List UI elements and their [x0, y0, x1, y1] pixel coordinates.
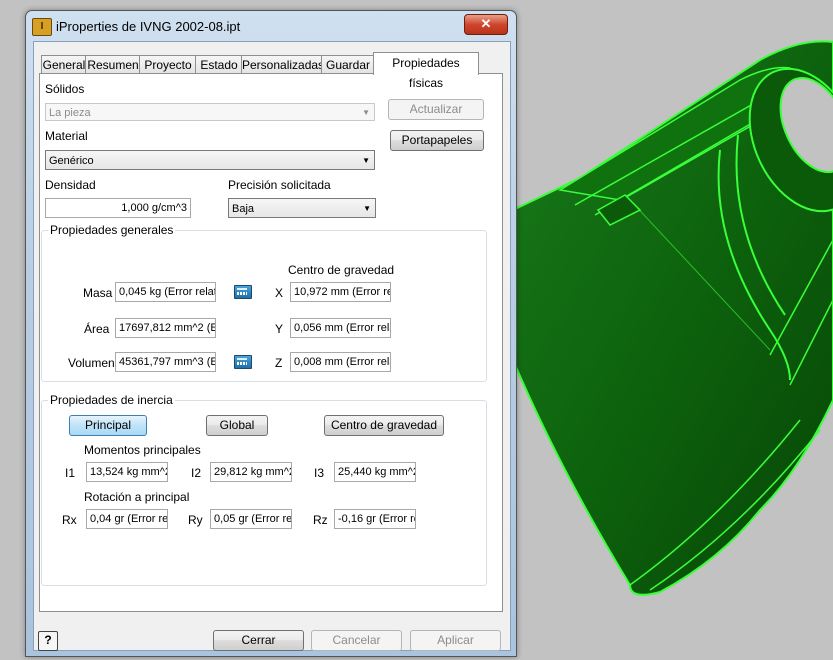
tab-estado[interactable]: Estado	[195, 55, 243, 74]
cog-z-field[interactable]: 0,008 mm (Error relativo = 0,000000%)	[290, 352, 391, 372]
area-field[interactable]: 17697,812 mm^2 (Error relativo = 0,00000…	[115, 318, 216, 338]
precision-select[interactable]: Baja ▼	[228, 198, 376, 218]
dialog-client-area: General Resumen Proyecto Estado Personal…	[33, 41, 511, 651]
densidad-label: Densidad	[45, 178, 96, 192]
material-select[interactable]: Genérico ▼	[45, 150, 375, 170]
principal-button[interactable]: Principal	[69, 415, 147, 436]
tab-resumen[interactable]: Resumen	[85, 55, 141, 74]
rx-label: Rx	[62, 513, 77, 527]
solidos-value: La pieza	[49, 107, 91, 119]
momentos-principales-title: Momentos principales	[84, 443, 201, 457]
i2-field[interactable]: 29,812 kg mm^2	[210, 462, 292, 482]
i3-label: I3	[314, 466, 325, 480]
i1-label: I1	[65, 466, 76, 480]
x-label: X	[275, 286, 284, 300]
general-properties-title: Propiedades generales	[48, 223, 176, 237]
cog-x-field[interactable]: 10,972 mm (Error relativo = 0,000000%)	[290, 282, 391, 302]
center-of-gravity-title: Centro de gravedad	[288, 263, 395, 277]
window-title: iProperties de IVNG 2002-08.ipt	[56, 19, 241, 34]
general-properties-group: Propiedades generales Centro de gravedad…	[41, 223, 487, 382]
masa-label: Masa	[83, 286, 113, 300]
rx-field[interactable]: 0,04 gr (Error relativo = 0,000000%)	[86, 509, 168, 529]
solidos-select[interactable]: La pieza ▼	[45, 103, 375, 121]
i2-label: I2	[191, 466, 202, 480]
rz-field[interactable]: -0,16 gr (Error relativo = 0,000000%)	[334, 509, 416, 529]
tab-panel-propiedades-fisicas: Sólidos La pieza ▼ Actualizar Material G…	[39, 73, 503, 612]
y-label: Y	[275, 322, 284, 336]
chevron-down-icon: ▼	[363, 204, 371, 213]
area-label: Área	[84, 322, 110, 336]
tab-personalizadas[interactable]: Personalizadas	[241, 55, 324, 74]
tab-proyecto[interactable]: Proyecto	[139, 55, 197, 74]
cerrar-button[interactable]: Cerrar	[213, 630, 304, 651]
help-icon: ?	[44, 633, 52, 647]
inertia-properties-title: Propiedades de inercia	[48, 393, 175, 407]
material-value: Genérico	[49, 155, 94, 167]
portapapeles-button[interactable]: Portapapeles	[390, 130, 484, 151]
global-button[interactable]: Global	[206, 415, 268, 436]
i3-field[interactable]: 25,440 kg mm^2	[334, 462, 416, 482]
cancelar-button[interactable]: Cancelar	[311, 630, 402, 651]
close-button[interactable]: ✕	[464, 14, 508, 35]
calculator-icon[interactable]	[234, 355, 252, 369]
i1-field[interactable]: 13,524 kg mm^2	[86, 462, 168, 482]
rz-label: Rz	[313, 513, 328, 527]
solidos-label: Sólidos	[45, 82, 85, 96]
ry-field[interactable]: 0,05 gr (Error relativo = 0,000000%)	[210, 509, 292, 529]
tab-guardar[interactable]: Guardar	[321, 55, 375, 74]
aplicar-button[interactable]: Aplicar	[410, 630, 501, 651]
help-button[interactable]: ?	[38, 631, 58, 651]
densidad-field[interactable]: 1,000 g/cm^3	[45, 198, 191, 218]
ry-label: Ry	[188, 513, 203, 527]
precision-label: Precisión solicitada	[228, 178, 331, 192]
tab-general[interactable]: General	[41, 55, 87, 74]
rotacion-principal-title: Rotación a principal	[84, 490, 190, 504]
volumen-label: Volumen	[68, 356, 115, 370]
volumen-field[interactable]: 45361,797 mm^3 (Error relativo = 0,00000…	[115, 352, 216, 372]
tab-propiedades-fisicas[interactable]: Propiedades físicas	[373, 52, 479, 90]
precision-value: Baja	[232, 203, 255, 215]
z-label: Z	[275, 356, 283, 370]
actualizar-button[interactable]: Actualizar	[388, 99, 484, 120]
material-label: Material	[45, 129, 88, 143]
title-bar[interactable]: I iProperties de IVNG 2002-08.ipt ✕	[26, 11, 516, 41]
chevron-down-icon: ▼	[362, 108, 370, 117]
centro-de-gravedad-button[interactable]: Centro de gravedad	[324, 415, 444, 436]
masa-field[interactable]: 0,045 kg (Error relativo = 0,000000%)	[115, 282, 216, 302]
iproperties-dialog: I iProperties de IVNG 2002-08.ipt ✕ Gene…	[25, 10, 517, 657]
close-icon: ✕	[480, 16, 492, 31]
cog-y-field[interactable]: 0,056 mm (Error relativo = 0,000000%)	[290, 318, 391, 338]
calculator-icon[interactable]	[234, 285, 252, 299]
inventor-part-icon: I	[32, 18, 52, 36]
chevron-down-icon: ▼	[362, 156, 370, 165]
inertia-properties-group: Propiedades de inercia Principal Global …	[41, 393, 487, 586]
